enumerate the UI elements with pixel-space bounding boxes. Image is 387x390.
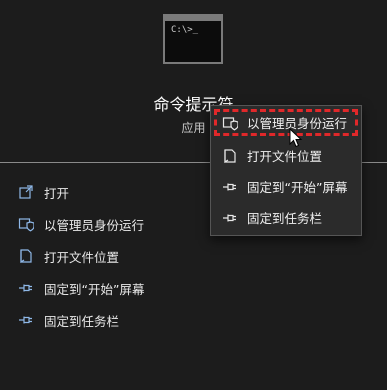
menu-item-pin-to-taskbar[interactable]: 固定到任务栏 bbox=[211, 202, 361, 233]
action-label: 打开 bbox=[44, 185, 70, 201]
open-file-location-action[interactable]: 打开文件位置 bbox=[0, 240, 387, 272]
prompt-glyph: C:\>_ bbox=[171, 25, 199, 35]
menu-item-label: 打开文件位置 bbox=[247, 149, 323, 164]
open-icon bbox=[17, 183, 35, 201]
shield-admin-icon bbox=[221, 114, 239, 132]
mouse-cursor-icon bbox=[289, 128, 303, 148]
command-prompt-icon: C:\>_ bbox=[163, 14, 223, 64]
pin-icon bbox=[221, 178, 239, 196]
action-label: 打开文件位置 bbox=[44, 249, 120, 265]
menu-item-label: 固定到“开始”屏幕 bbox=[247, 180, 348, 195]
pin-icon bbox=[17, 311, 35, 329]
context-menu: 以管理员身份运行 打开文件位置 固定到“开始”屏幕 固定到任务栏 bbox=[210, 105, 362, 236]
file-location-icon bbox=[17, 247, 35, 265]
shield-admin-icon bbox=[17, 215, 35, 233]
menu-item-label: 固定到任务栏 bbox=[247, 211, 323, 226]
action-label: 固定到“开始”屏幕 bbox=[44, 281, 145, 297]
pin-to-taskbar-action[interactable]: 固定到任务栏 bbox=[0, 304, 387, 336]
menu-item-open-file-location[interactable]: 打开文件位置 bbox=[211, 140, 361, 171]
pin-to-start-action[interactable]: 固定到“开始”屏幕 bbox=[0, 272, 387, 304]
menu-item-run-as-admin[interactable]: 以管理员身份运行 bbox=[214, 109, 358, 136]
menu-item-pin-to-start[interactable]: 固定到“开始”屏幕 bbox=[211, 171, 361, 202]
pin-icon bbox=[17, 279, 35, 297]
pin-icon bbox=[221, 209, 239, 227]
file-location-icon bbox=[221, 147, 239, 165]
action-label: 以管理员身份运行 bbox=[44, 217, 145, 233]
action-label: 固定到任务栏 bbox=[44, 313, 120, 329]
